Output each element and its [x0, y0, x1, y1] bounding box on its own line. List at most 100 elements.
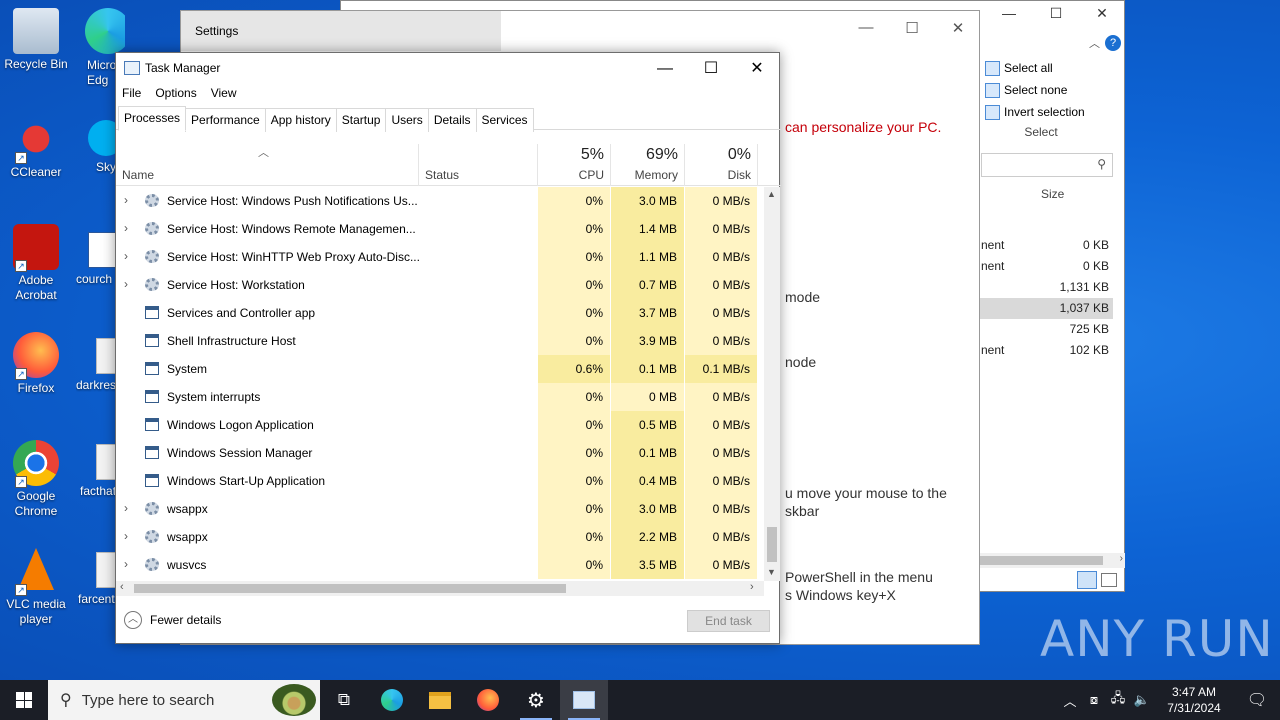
tab-startup[interactable]: Startup [335, 108, 387, 132]
taskbar-explorer-button[interactable] [416, 680, 464, 720]
process-row[interactable]: Windows Start-Up Application 0% 0.4 MB 0 MB… [116, 467, 764, 495]
explorer-search-input[interactable]: ⚲ [981, 153, 1113, 177]
desktop-icon-acrobat[interactable]: ↗ Adobe Acrobat [0, 224, 72, 303]
desktop-icon-firefox[interactable]: ↗ Firefox [0, 332, 72, 396]
file-row[interactable]: 1,037 KB [977, 298, 1113, 319]
details-view-icon[interactable] [1077, 571, 1097, 589]
desktop-icon-ccleaner[interactable]: ↗ CCleaner [0, 116, 72, 180]
taskbar-edge-button[interactable] [368, 680, 416, 720]
minimize-button[interactable]: — [642, 55, 688, 83]
settings-text: mode [785, 289, 821, 305]
task-view-button[interactable]: ⧉ [320, 680, 368, 720]
process-row[interactable]: Windows Session Manager 0% 0.1 MB 0 MB/s [116, 439, 764, 467]
fewer-details-button[interactable]: ︿ Fewer details [124, 611, 221, 629]
explorer-hscrollbar[interactable]: › [977, 553, 1125, 568]
expand-chevron-icon[interactable]: › [124, 277, 134, 291]
clock[interactable]: 3:47 AM 7/31/2024 [1154, 684, 1234, 716]
column-disk[interactable]: 0% Disk [685, 144, 758, 186]
desktop-icon-image-file[interactable]: farcent [78, 552, 118, 606]
large-icons-view-icon[interactable] [1101, 573, 1117, 587]
minimize-button[interactable]: — [986, 5, 1032, 21]
horizontal-scrollbar[interactable]: ‹ › [116, 581, 764, 596]
select-all-button[interactable]: Select all [985, 57, 1097, 79]
expand-chevron-icon[interactable]: › [124, 221, 134, 235]
tab-performance[interactable]: Performance [185, 108, 266, 132]
acrobat-icon: ↗ [13, 224, 59, 272]
tab-processes[interactable]: Processes [118, 106, 187, 131]
scroll-up-icon[interactable]: ▲ [767, 189, 776, 199]
taskbar-settings-button[interactable]: ⚙ [512, 680, 560, 720]
close-button[interactable]: ✕ [734, 55, 780, 83]
scroll-down-icon[interactable]: ▼ [767, 567, 776, 577]
menu-options[interactable]: Options [155, 83, 196, 103]
notifications-icon[interactable]: 🗨 [1234, 690, 1280, 710]
tray-app-icon[interactable]: ⧇ [1082, 692, 1106, 708]
column-memory[interactable]: 69% Memory [611, 144, 685, 186]
show-hidden-icons-button[interactable]: ︿ [1058, 691, 1082, 710]
collapse-ribbon-icon[interactable]: ︿ [1089, 35, 1100, 51]
process-row[interactable]: System 0.6% 0.1 MB 0.1 MB/s [116, 355, 764, 383]
process-row[interactable]: › Service Host: Windows Remote Managemen.… [116, 215, 764, 243]
scroll-right-icon[interactable]: › [1120, 553, 1123, 564]
network-icon[interactable]: 🖧 [1106, 689, 1130, 711]
file-row[interactable]: 725 KB [977, 319, 1113, 340]
expand-chevron-icon[interactable]: › [124, 501, 134, 515]
desktop-icon-label: facthat [80, 484, 117, 498]
process-row[interactable]: Services and Controller app 0% 3.7 MB 0 MB/… [116, 299, 764, 327]
file-row[interactable]: nent 102 KB [977, 340, 1113, 361]
vertical-scrollbar[interactable]: ▲ ▼ [764, 187, 780, 581]
process-row[interactable]: › wusvcs 0% 3.5 MB 0 MB/s [116, 551, 764, 579]
maximize-button[interactable]: ☐ [889, 19, 935, 37]
tab-users[interactable]: Users [385, 108, 429, 132]
select-none-button[interactable]: Select none [985, 79, 1097, 101]
desktop-icon-image-file[interactable]: darkres [76, 338, 116, 392]
scroll-left-icon[interactable]: ‹ [120, 581, 124, 593]
invert-selection-button[interactable]: Invert selection [985, 101, 1097, 123]
close-button[interactable]: ✕ [1079, 5, 1125, 22]
tab-services[interactable]: Services [475, 108, 534, 132]
process-row[interactable]: System interrupts 0% 0 MB 0 MB/s [116, 383, 764, 411]
file-row[interactable]: 1,131 KB [977, 277, 1113, 298]
maximize-button[interactable]: ☐ [688, 55, 734, 83]
column-status[interactable]: Status [419, 144, 538, 186]
expand-chevron-icon[interactable]: › [124, 529, 134, 543]
help-icon[interactable]: ? [1105, 35, 1121, 51]
expand-chevron-icon[interactable]: › [124, 557, 134, 571]
end-task-button[interactable]: End task [687, 610, 770, 632]
process-row[interactable]: › Service Host: Windows Push Notification… [116, 187, 764, 215]
column-name[interactable]: Name [116, 144, 419, 186]
fewer-details-label: Fewer details [150, 613, 222, 627]
desktop-icon-image-file[interactable]: facthat [80, 444, 120, 498]
process-row[interactable]: Shell Infrastructure Host 0% 3.9 MB 0 MB/s [116, 327, 764, 355]
column-cpu[interactable]: 5% CPU [538, 144, 611, 186]
process-row[interactable]: › Service Host: WinHTTP Web Proxy Auto-Di… [116, 243, 764, 271]
maximize-button[interactable]: ☐ [1033, 5, 1079, 22]
taskbar-firefox-button[interactable] [464, 680, 512, 720]
desktop-icon-word-doc[interactable]: courch [76, 232, 116, 286]
menu-view[interactable]: View [211, 83, 237, 103]
volume-icon[interactable]: 🔈 [1130, 692, 1154, 708]
taskbar-task-manager-button[interactable] [560, 680, 608, 720]
desktop-icon-chrome[interactable]: ↗ Google Chrome [0, 440, 72, 519]
process-row[interactable]: › wsappx 0% 3.0 MB 0 MB/s [116, 495, 764, 523]
close-button[interactable]: ✕ [935, 19, 981, 37]
taskbar-search-box[interactable]: ⚲ Type here to search [48, 680, 320, 720]
scroll-right-icon[interactable]: › [750, 581, 754, 593]
scrollbar-thumb[interactable] [134, 584, 566, 593]
menu-file[interactable]: File [122, 83, 141, 103]
scrollbar-thumb[interactable] [767, 527, 777, 562]
file-row[interactable]: nent 0 KB [977, 256, 1113, 277]
minimize-button[interactable]: — [843, 19, 889, 36]
desktop-icon-vlc[interactable]: ↗ VLC media player [0, 548, 72, 627]
tab-app-history[interactable]: App history [264, 108, 337, 132]
expand-chevron-icon[interactable]: › [124, 249, 134, 263]
process-row[interactable]: › Service Host: Workstation 0% 0.7 MB 0 MB/s [116, 271, 764, 299]
desktop-icon-recycle-bin[interactable]: Recycle Bin [0, 8, 72, 72]
size-column-header[interactable]: Size [1041, 187, 1064, 201]
tab-details[interactable]: Details [427, 108, 477, 132]
file-row[interactable]: nent 0 KB [977, 235, 1113, 256]
process-row[interactable]: › wsappx 0% 2.2 MB 0 MB/s [116, 523, 764, 551]
expand-chevron-icon[interactable]: › [124, 193, 134, 207]
process-row[interactable]: Windows Logon Application 0% 0.5 MB 0 MB/s [116, 411, 764, 439]
start-button[interactable] [0, 680, 48, 720]
